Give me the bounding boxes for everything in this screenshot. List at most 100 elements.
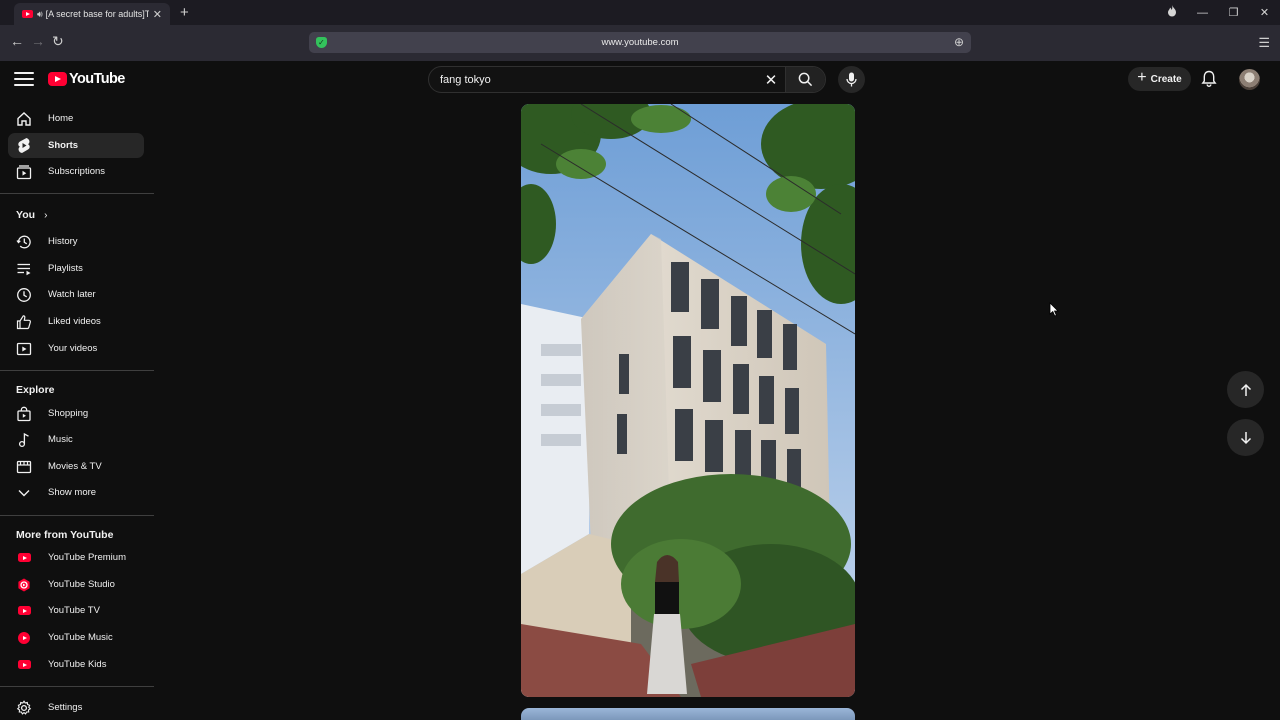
sidebar-item-label: Watch later [48,289,96,300]
sidebar-item-playlists[interactable]: Playlists [8,256,144,281]
youtube-studio-icon [8,578,40,592]
youtube-kids-icon [8,660,40,669]
search-icon [798,72,813,87]
tab-title: [A secret base for adults]T [45,9,149,19]
sidebar-item-history[interactable]: History [8,229,144,254]
sidebar-divider [0,515,154,516]
browser-nav-bar: ← → ↻ www.youtube.com ⊕ ☰ [0,25,1280,61]
sidebar-item-youtube-music[interactable]: YouTube Music [8,625,144,650]
sidebar-item-youtube-kids[interactable]: YouTube Kids [8,652,144,677]
sidebar-you-heading[interactable]: You › [16,209,47,221]
your-videos-icon [8,341,40,357]
sidebar-item-label: Playlists [48,263,83,274]
youtube-music-icon [8,631,40,644]
sidebar-item-liked-videos[interactable]: Liked videos [8,309,144,334]
flame-icon[interactable] [1156,5,1187,20]
window-controls: — ❐ ✕ [1156,0,1280,25]
sidebar-item-label: YouTube Studio [48,579,115,590]
voice-search-button[interactable] [838,66,865,93]
shorts-video-player[interactable] [521,104,855,697]
logo-wordmark: YouTube [69,71,125,87]
sidebar-item-subscriptions[interactable]: Subscriptions [8,159,144,184]
sidebar-item-label: History [48,236,78,247]
next-short-button[interactable] [1227,419,1264,456]
previous-short-button[interactable] [1227,371,1264,408]
hamburger-menu-icon[interactable] [14,72,34,90]
sidebar-item-label: Home [48,113,74,124]
search-button[interactable] [785,67,825,92]
sidebar-item-label: Liked videos [48,316,101,327]
restore-icon[interactable]: ❐ [1218,6,1249,19]
sidebar-item-label: YouTube TV [48,605,100,616]
close-tab-icon[interactable]: ✕ [153,8,162,21]
notifications-bell-icon[interactable] [1201,70,1217,93]
avatar[interactable] [1239,69,1260,90]
sidebar-divider [0,370,154,371]
clear-search-icon[interactable]: ✕ [757,71,785,89]
url-text: www.youtube.com [601,37,679,48]
sidebar-item-label: YouTube Premium [48,552,126,563]
sidebar-item-youtube-studio[interactable]: YouTube Studio [8,572,144,597]
playlists-icon [8,261,40,277]
create-label: Create [1150,73,1182,85]
sidebar-item-label: Movies & TV [48,461,102,472]
microphone-icon [846,72,857,87]
sidebar-item-movies-tv[interactable]: Movies & TV [8,454,144,479]
youtube-logo[interactable]: YouTube [48,71,125,87]
reload-icon[interactable]: ↻ [52,33,64,50]
you-heading-label: You [16,209,36,221]
youtube-premium-icon [8,553,40,562]
sidebar-item-shopping[interactable]: Shopping [8,401,144,426]
thumbs-up-icon [8,314,40,330]
browser-menu-icon[interactable]: ☰ [1258,35,1270,51]
shorts-icon [8,137,40,154]
gear-icon [8,699,40,716]
video-frame-image [521,104,855,697]
sidebar-explore-heading: Explore [16,384,55,396]
sidebar: Home Shorts Subscriptions You › History … [0,99,154,720]
url-bar[interactable]: www.youtube.com ⊕ [309,32,971,53]
back-icon[interactable]: ← [10,33,24,49]
sidebar-item-watch-later[interactable]: Watch later [8,282,144,307]
sidebar-item-label: Shopping [48,408,89,419]
forward-icon[interactable]: → [31,33,45,49]
sidebar-item-label: Shorts [48,140,79,151]
sidebar-item-youtube-premium[interactable]: YouTube Premium [8,545,144,570]
arrow-up-icon [1240,383,1251,396]
arrow-down-icon [1240,431,1251,444]
sidebar-item-label: YouTube Kids [48,659,107,670]
close-window-icon[interactable]: ✕ [1249,6,1280,19]
browser-tab[interactable]: 🔊︎ [A secret base for adults]T ✕ [14,3,170,25]
music-note-icon [8,432,40,448]
shopping-bag-icon [8,406,40,422]
home-icon [8,111,40,127]
chevron-right-icon: › [44,209,48,221]
speaker-icon[interactable]: 🔊︎ [37,9,43,20]
sidebar-divider [0,193,154,194]
sidebar-item-shorts[interactable]: Shorts [8,133,144,158]
next-shorts-preview[interactable] [521,708,855,720]
clock-icon [8,287,40,303]
minimize-icon[interactable]: — [1187,7,1218,19]
search-input[interactable] [429,67,757,92]
sidebar-item-label: Subscriptions [48,166,106,177]
reader-view-icon[interactable]: ⊕ [954,32,964,53]
sidebar-item-label: Your videos [48,343,98,354]
sidebar-item-label: Show more [48,487,97,498]
sidebar-item-show-more[interactable]: Show more [8,480,144,505]
sidebar-more-heading: More from YouTube [16,529,114,541]
plus-icon: + [1137,69,1147,86]
new-tab-icon[interactable]: + [180,4,189,21]
sidebar-item-label: Music [48,434,73,445]
sidebar-item-your-videos[interactable]: Your videos [8,336,144,361]
youtube-tv-icon [8,606,40,615]
shield-icon[interactable] [316,32,327,53]
sidebar-item-youtube-tv[interactable]: YouTube TV [8,598,144,623]
browser-tab-strip: 🔊︎ [A secret base for adults]T ✕ + — ❐ ✕ [0,0,1280,25]
youtube-header: YouTube ✕ + Create [0,61,1280,99]
history-icon [8,234,40,250]
sidebar-item-music[interactable]: Music [8,427,144,452]
sidebar-item-home[interactable]: Home [8,106,144,131]
sidebar-item-settings[interactable]: Settings [8,695,144,720]
create-button[interactable]: + Create [1128,67,1191,91]
